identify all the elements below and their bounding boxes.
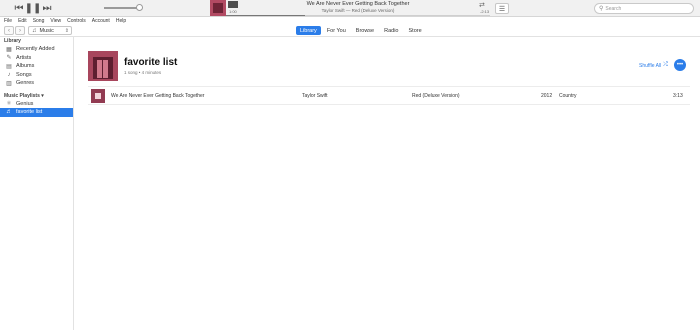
tab-store[interactable]: Store bbox=[405, 26, 426, 35]
shuffle-all-label: Shuffle All bbox=[639, 62, 662, 69]
tab-browse[interactable]: Browse bbox=[352, 26, 378, 35]
ellipsis-icon: ••• bbox=[676, 62, 684, 68]
playlist-view: favorite list 1 song • 4 minutes Shuffle… bbox=[74, 37, 700, 330]
fast-forward-icon: ⏭ bbox=[42, 2, 52, 14]
divider bbox=[88, 86, 690, 87]
genius-icon: ⚛ bbox=[6, 101, 12, 108]
playback-progress-fill bbox=[226, 15, 306, 16]
song-artist: Taylor Swift bbox=[302, 93, 328, 99]
chevron-updown-icon: ⇕ bbox=[64, 27, 69, 34]
sidebar: Library ▦ Recently Added ✎ Artists ▤ Alb… bbox=[0, 37, 74, 330]
music-note-icon: ♫ bbox=[32, 27, 37, 34]
menu-view[interactable]: View bbox=[50, 18, 61, 24]
volume-slider[interactable] bbox=[104, 4, 143, 11]
back-button[interactable]: ‹ bbox=[4, 26, 14, 35]
artists-icon: ✎ bbox=[6, 55, 12, 62]
tab-bar: Library For You Browse Radio Store bbox=[296, 26, 428, 35]
sidebar-item-label: Albums bbox=[16, 63, 35, 70]
sidebar-item-artists[interactable]: ✎ Artists bbox=[0, 54, 73, 63]
pause-icon: ❚❚ bbox=[24, 2, 42, 14]
chevron-right-icon: › bbox=[19, 27, 21, 34]
time-remaining: -2:13 bbox=[480, 9, 490, 14]
volume-knob[interactable] bbox=[136, 4, 143, 11]
tab-radio[interactable]: Radio bbox=[380, 26, 402, 35]
rewind-button[interactable]: ⏮ bbox=[14, 2, 24, 14]
sidebar-item-label: Genres bbox=[16, 80, 35, 87]
sidebar-item-label: Songs bbox=[16, 71, 32, 78]
rewind-icon: ⏮ bbox=[14, 2, 24, 14]
sidebar-item-favorite-list[interactable]: ♬ favorite list bbox=[0, 108, 73, 117]
sidebar-item-label: Genius bbox=[16, 100, 34, 107]
playlist-artwork[interactable] bbox=[88, 51, 118, 81]
playlist-title: favorite list bbox=[124, 57, 178, 68]
now-playing-subtitle: Taylor Swift — Red (Deluxe Version) bbox=[321, 8, 395, 13]
navigation-row: ‹ › ♫ Music ⇕ Library For You Browse Rad… bbox=[0, 24, 700, 37]
pause-button[interactable]: ❚❚ bbox=[25, 2, 42, 14]
forward-button[interactable]: › bbox=[15, 26, 25, 35]
songs-icon: ♪ bbox=[7, 71, 11, 78]
sidebar-playlists-header[interactable]: Music Playlists ▾ bbox=[0, 93, 73, 100]
shuffle-indicator-icon[interactable] bbox=[228, 1, 238, 8]
sidebar-item-label: Artists bbox=[16, 54, 32, 61]
shuffle-icon: ⤮ bbox=[663, 62, 668, 68]
song-year: 2012 bbox=[541, 93, 553, 99]
now-playing-title: We Are Never Ever Getting Back Together bbox=[306, 1, 410, 7]
song-title: We Are Never Ever Getting Back Together bbox=[111, 93, 205, 99]
sidebar-item-recently-added[interactable]: ▦ Recently Added bbox=[0, 45, 73, 54]
now-playing-artwork[interactable] bbox=[210, 0, 226, 16]
time-elapsed: 1:00 bbox=[229, 9, 237, 14]
up-next-button[interactable]: ☰ bbox=[495, 3, 509, 14]
menu-file[interactable]: File bbox=[4, 18, 12, 24]
playlist-icon: ♬ bbox=[6, 109, 12, 116]
tab-library[interactable]: Library bbox=[296, 26, 321, 35]
search-icon: ⚲ bbox=[599, 6, 604, 12]
search-input[interactable] bbox=[605, 5, 686, 12]
sidebar-item-genius[interactable]: ⚛ Genius bbox=[0, 100, 73, 109]
sidebar-item-albums[interactable]: ▤ Albums bbox=[0, 62, 73, 71]
chevron-left-icon: ‹ bbox=[8, 27, 10, 34]
list-icon: ☰ bbox=[498, 5, 506, 13]
repeat-icon[interactable]: ⇄ bbox=[479, 1, 485, 9]
search-field[interactable]: ⚲ bbox=[594, 3, 694, 14]
tab-for-you[interactable]: For You bbox=[323, 26, 350, 35]
albums-icon: ▤ bbox=[6, 63, 12, 70]
menu-bar: File Edit Song View Controls Account Hel… bbox=[0, 17, 700, 24]
genres-icon: ▥ bbox=[6, 80, 12, 87]
song-album: Red (Deluxe Version) bbox=[412, 93, 460, 99]
menu-edit[interactable]: Edit bbox=[18, 18, 27, 24]
song-time: 3:13 bbox=[673, 93, 683, 99]
playback-progress-bar[interactable] bbox=[226, 15, 490, 16]
sidebar-library-header: Library bbox=[4, 38, 21, 44]
shuffle-all-button[interactable]: Shuffle All ⤮ bbox=[639, 62, 668, 69]
media-type-label: Music bbox=[39, 27, 54, 34]
sidebar-item-label: Recently Added bbox=[16, 46, 55, 53]
recently-added-icon: ▦ bbox=[6, 46, 12, 53]
sidebar-item-genres[interactable]: ▥ Genres bbox=[0, 79, 73, 88]
player-bar: ⏮ ❚❚ ⏭ 1:00 We Are Never Ever Getting Ba… bbox=[0, 0, 700, 17]
itunes-window: ⏮ ❚❚ ⏭ 1:00 We Are Never Ever Getting Ba… bbox=[0, 0, 700, 330]
menu-account[interactable]: Account bbox=[92, 18, 110, 24]
menu-song[interactable]: Song bbox=[33, 18, 45, 24]
more-options-button[interactable]: ••• bbox=[674, 59, 686, 71]
sidebar-item-label: favorite list bbox=[16, 109, 43, 116]
song-artwork bbox=[91, 89, 105, 103]
menu-help[interactable]: Help bbox=[116, 18, 126, 24]
playlist-summary: 1 song • 4 minutes bbox=[124, 70, 162, 75]
song-genre: Country bbox=[559, 93, 577, 99]
fast-forward-button[interactable]: ⏭ bbox=[42, 2, 52, 14]
sidebar-item-songs[interactable]: ♪ Songs bbox=[0, 71, 73, 80]
media-type-select[interactable]: ♫ Music ⇕ bbox=[28, 26, 72, 35]
table-row[interactable]: We Are Never Ever Getting Back Together … bbox=[88, 88, 690, 105]
menu-controls[interactable]: Controls bbox=[67, 18, 86, 24]
